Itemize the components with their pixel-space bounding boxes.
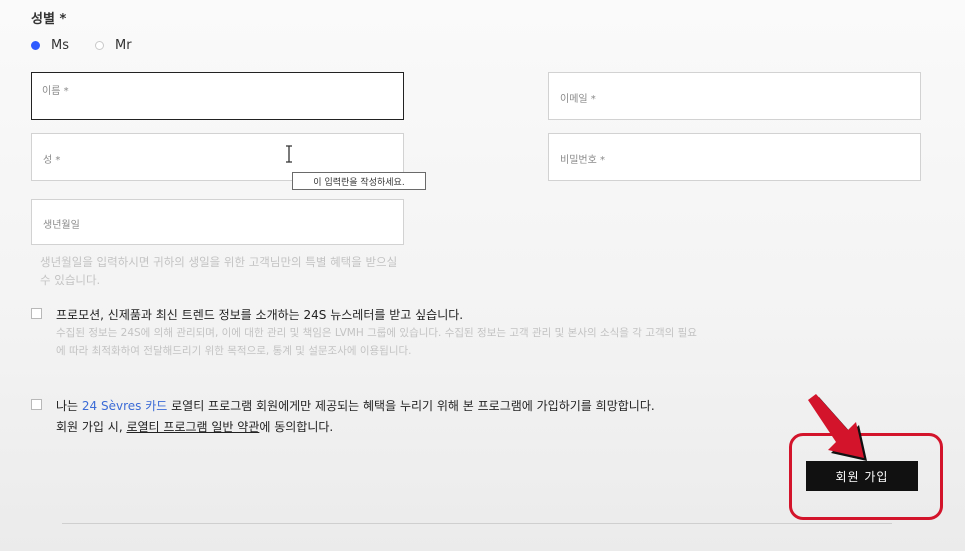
password-label: 비밀번호 * bbox=[560, 155, 605, 166]
radio-mr-label[interactable]: Mr bbox=[115, 38, 132, 53]
first-name-label: 이름 * bbox=[42, 86, 69, 97]
loyalty-checkbox[interactable] bbox=[31, 399, 42, 410]
sevres-card-link[interactable]: 24 Sèvres 카드 bbox=[82, 399, 167, 413]
last-name-label: 성 * bbox=[43, 155, 61, 166]
birthday-label: 생년월일 bbox=[43, 220, 80, 231]
validation-tooltip: 이 입력란을 작성하세요. bbox=[292, 172, 426, 190]
newsletter-checkbox[interactable] bbox=[31, 308, 42, 319]
first-name-field[interactable]: 이름 * bbox=[31, 72, 404, 120]
bottom-divider bbox=[62, 523, 892, 524]
gender-radio-group: Ms Mr bbox=[31, 38, 158, 53]
loyalty-line2: 회원 가입 시, 로열티 프로그램 일반 약관에 동의합니다. bbox=[56, 418, 333, 435]
loyalty-terms-link[interactable]: 로열티 프로그램 일반 약관 bbox=[126, 420, 259, 434]
email-label: 이메일 * bbox=[560, 94, 596, 105]
newsletter-desc-line1: 수집된 정보는 24S에 의해 관리되며, 이에 대한 관리 및 책임은 LVM… bbox=[56, 327, 697, 339]
loyalty-line2-suffix: 에 동의합니다. bbox=[259, 420, 334, 434]
annotation-arrow-icon bbox=[808, 394, 867, 461]
birthday-helper-text: 생년월일을 입력하시면 귀하의 생일을 위한 고객님만의 특별 혜택을 받으실 … bbox=[40, 255, 398, 287]
loyalty-line1: 나는 24 Sèvres 카드 로열티 프로그램 회원에게만 제공되는 혜택을 … bbox=[56, 397, 655, 414]
newsletter-desc-line2: 에 따라 최적화하여 전달해드리기 위한 목적으로, 통계 및 설문조사에 이용… bbox=[56, 345, 412, 357]
loyalty-suffix: 로열티 프로그램 회원에게만 제공되는 혜택을 누리기 위해 본 프로그램에 가… bbox=[167, 399, 655, 413]
gender-label: 성별 * bbox=[31, 12, 67, 27]
radio-mr[interactable] bbox=[95, 41, 104, 50]
email-field[interactable]: 이메일 * bbox=[548, 72, 921, 120]
signup-form-page: 성별 * Ms Mr 이름 * 이메일 * 성 * 비밀번호 * 생년월일 이 … bbox=[0, 0, 965, 551]
password-field[interactable]: 비밀번호 * bbox=[548, 133, 921, 181]
radio-ms-label[interactable]: Ms bbox=[51, 38, 69, 53]
radio-ms[interactable] bbox=[31, 41, 40, 50]
birthday-field[interactable]: 생년월일 bbox=[31, 199, 404, 245]
loyalty-prefix: 나는 bbox=[56, 399, 82, 413]
loyalty-line2-prefix: 회원 가입 시, bbox=[56, 420, 127, 434]
newsletter-label: 프로모션, 신제품과 최신 트렌드 정보를 소개하는 24S 뉴스레터를 받고 … bbox=[56, 308, 464, 322]
text-cursor-icon bbox=[286, 145, 292, 163]
